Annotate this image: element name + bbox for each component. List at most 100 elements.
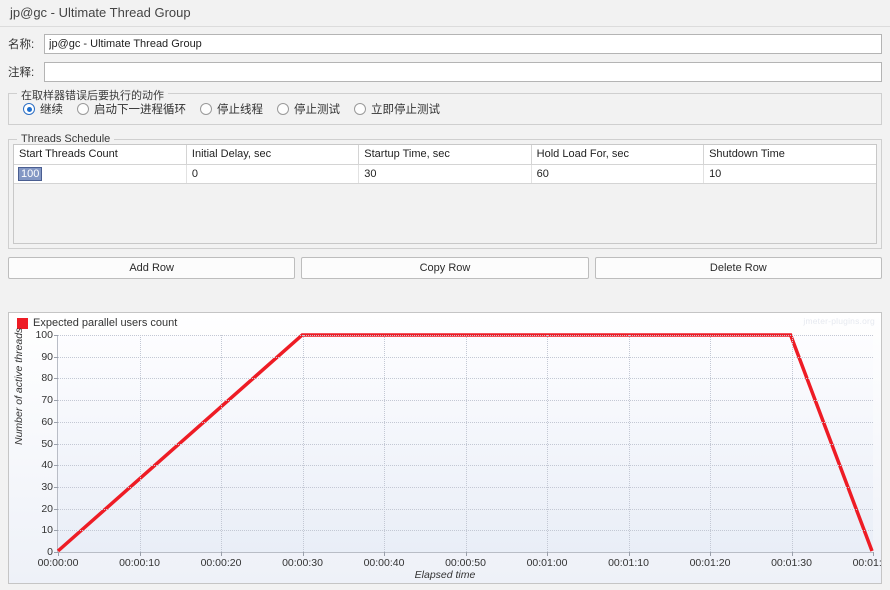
chart-y-tick-mark: [54, 465, 58, 467]
table-row: 100 0 30 60 10: [14, 164, 876, 184]
legend-label: Expected parallel users count: [33, 317, 178, 329]
sampler-error-action-title: 在取样器错误后要执行的动作: [17, 87, 168, 103]
radio-circle-icon: [23, 103, 35, 115]
name-label: 名称:: [8, 39, 35, 51]
chart-x-tick-mark: [58, 552, 59, 556]
threads-schedule-table-wrap: Start Threads Count Initial Delay, sec S…: [13, 144, 877, 244]
chart-y-tick-label: 100: [35, 329, 53, 341]
chart-watermark: jmeter-plugins.org: [803, 316, 875, 326]
sampler-error-action-group: 在取样器错误后要执行的动作 继续 启动下一进程循环 停止线程 停止测试 立即停止…: [8, 87, 882, 125]
chart-gridline-vertical: [384, 335, 385, 552]
chart-x-tick-mark: [873, 552, 874, 556]
table-header-row: Start Threads Count Initial Delay, sec S…: [14, 145, 876, 165]
chart-x-tick-label: 00:01:40: [852, 557, 882, 569]
chart-y-tick-mark: [54, 486, 58, 488]
chart-legend: Expected parallel users count: [17, 317, 177, 329]
radio-stop-test-now[interactable]: 立即停止测试: [354, 101, 440, 117]
radio-circle-icon: [354, 103, 366, 115]
radio-continue-label: 继续: [40, 104, 63, 116]
thread-schedule-chart: Expected parallel users count jmeter-plu…: [8, 312, 882, 584]
page-title: jp@gc - Ultimate Thread Group: [0, 0, 890, 26]
radio-stop-test-label: 停止测试: [294, 104, 340, 116]
radio-circle-icon: [200, 103, 212, 115]
chart-gridline-vertical: [628, 335, 630, 552]
chart-gridline-vertical: [710, 335, 711, 552]
cell-startup-time[interactable]: 30: [358, 164, 532, 184]
chart-x-tick-label: 00:01:00: [526, 557, 568, 569]
column-header-start-threads-count[interactable]: Start Threads Count: [14, 145, 187, 165]
chart-plot-area: 0 10 20 30 40 50 60 70 80 90 100 00:00:00 00:00:10 00…: [35, 329, 881, 569]
cell-value-selected: 100: [17, 166, 43, 181]
name-input[interactable]: [44, 34, 882, 54]
radio-stop-test[interactable]: 停止测试: [277, 101, 340, 117]
chart-x-tick-mark: [465, 552, 467, 556]
chart-x-tick-label: 00:00:50: [445, 557, 486, 569]
threads-schedule-group: Threads Schedule Start Threads Count Ini…: [8, 133, 882, 249]
chart-x-tick-mark: [384, 552, 385, 556]
radio-stop-thread[interactable]: 停止线程: [200, 101, 263, 117]
cell-start-threads-count[interactable]: 100: [14, 164, 187, 184]
chart-y-tick-mark: [54, 335, 58, 336]
chart-x-tick-label: 00:00:30: [282, 557, 323, 569]
chart-y-tick-label: 70: [41, 394, 53, 407]
radio-stop-thread-label: 停止线程: [217, 104, 263, 116]
chart-y-tick-mark: [54, 530, 58, 532]
comment-field-row: 注释:: [8, 61, 882, 83]
radio-start-next-loop-label: 启动下一进程循环: [94, 104, 186, 116]
radio-circle-icon: [77, 103, 89, 115]
chart-x-tick-label: 00:01:20: [689, 557, 731, 569]
chart-y-tick-mark: [54, 443, 58, 445]
chart-x-tick-mark: [710, 552, 711, 556]
chart-x-axis-label: Elapsed time: [414, 569, 476, 581]
chart-gridline-vertical: [465, 335, 467, 552]
chart-x-tick-mark: [139, 552, 141, 556]
radio-start-next-loop[interactable]: 启动下一进程循环: [77, 101, 186, 117]
comment-input[interactable]: [44, 62, 882, 82]
radio-stop-test-now-label: 立即停止测试: [371, 104, 440, 116]
title-divider: [0, 26, 890, 27]
chart-y-tick-mark: [54, 378, 58, 380]
chart-gridline-vertical: [547, 335, 548, 552]
chart-y-tick-label: 90: [41, 350, 53, 363]
column-header-startup-time[interactable]: Startup Time, sec: [358, 145, 532, 165]
radio-continue[interactable]: 继续: [23, 101, 63, 117]
delete-row-button[interactable]: Delete Row: [594, 257, 882, 279]
chart-x-tick-label: 00:00:00: [37, 557, 79, 569]
chart-x-tick-mark: [628, 552, 630, 556]
chart-x-tick-mark: [791, 552, 793, 556]
add-row-button[interactable]: Add Row: [8, 257, 296, 279]
schedule-button-row: Add Row Copy Row Delete Row: [8, 257, 882, 279]
radio-circle-icon: [277, 103, 289, 115]
name-field-row: 名称:: [8, 33, 882, 55]
table-empty-area[interactable]: [14, 183, 876, 243]
chart-x-tick-mark: [221, 552, 222, 556]
column-header-initial-delay[interactable]: Initial Delay, sec: [186, 145, 360, 165]
chart-y-tick-label: 40: [41, 459, 53, 472]
chart-y-tick-label: 60: [41, 415, 53, 428]
chart-x-tick-label: 00:00:40: [363, 557, 405, 569]
chart-x-tick-label: 00:00:10: [119, 557, 160, 569]
chart-gridline-vertical: [791, 335, 793, 552]
chart-x-tick-label: 00:01:30: [771, 557, 812, 569]
chart-y-tick-mark: [54, 421, 58, 423]
chart-y-tick-mark: [54, 356, 58, 358]
chart-gridline-vertical: [302, 335, 304, 552]
threads-schedule-table: Start Threads Count Initial Delay, sec S…: [14, 145, 876, 184]
column-header-hold-load-for[interactable]: Hold Load For, sec: [531, 145, 705, 165]
chart-y-axis-label: Number of active threads: [13, 327, 25, 445]
chart-x-tick-mark: [302, 552, 304, 556]
cell-hold-load-for[interactable]: 60: [531, 164, 705, 184]
chart-y-tick-label: 30: [41, 480, 53, 493]
chart-x-tick-label: 00:01:10: [608, 557, 649, 569]
chart-y-tick-label: 10: [41, 524, 53, 537]
comment-label: 注释:: [8, 67, 35, 79]
chart-y-tick-mark: [54, 400, 58, 402]
column-header-shutdown-time[interactable]: Shutdown Time: [703, 145, 876, 165]
cell-initial-delay[interactable]: 0: [186, 164, 360, 184]
chart-y-tick-mark: [54, 508, 58, 510]
copy-row-button[interactable]: Copy Row: [301, 257, 589, 279]
chart-gridline-vertical: [139, 335, 141, 552]
cell-shutdown-time[interactable]: 10: [703, 164, 876, 184]
chart-y-tick-label: 20: [41, 502, 53, 515]
chart-x-tick-mark: [547, 552, 548, 556]
